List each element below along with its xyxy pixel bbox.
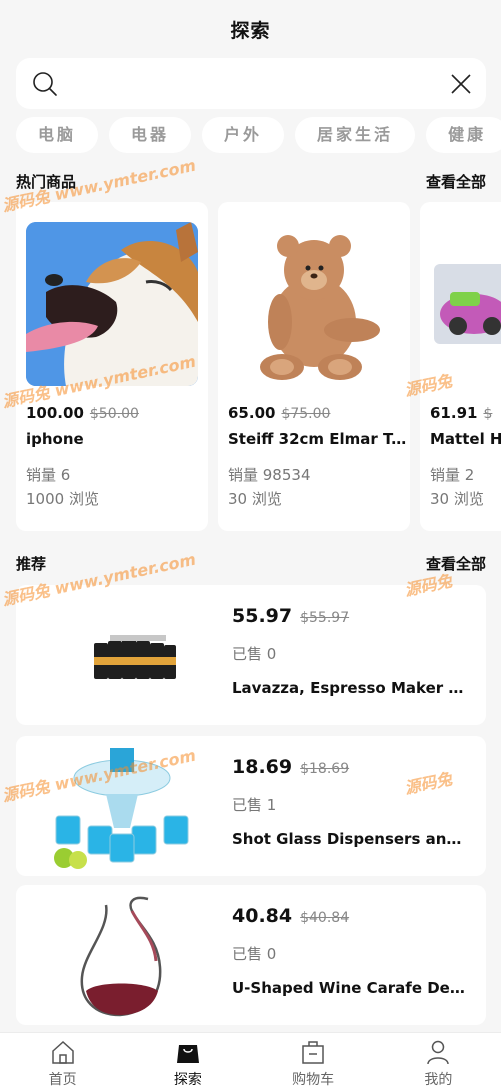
product-price: 40.84 $40.84 [232, 905, 350, 927]
product-sales: 销量 2 [430, 466, 475, 484]
product-sales: 销量 98534 [228, 466, 311, 484]
tab-label: 首页 [48, 1072, 77, 1088]
tab-cart[interactable]: 购物车 [251, 1033, 376, 1090]
tab-explore[interactable]: 探索 [125, 1033, 250, 1090]
product-image-toy-car [430, 222, 501, 386]
product-views: 30 浏览 [228, 490, 282, 508]
product-price: 65.00 $75.00 [228, 404, 331, 422]
product-name: Steiff 32cm Elmar Teddy Bear [228, 430, 408, 448]
recommend-section-header: 推荐 查看全部 [16, 551, 486, 575]
product-price: 100.00 $50.00 [26, 404, 139, 422]
recommend-card[interactable]: 40.84 $40.84 已售 0 U-Shaped Wine Carafe De… [16, 885, 486, 1025]
original-price: $18.69 [300, 761, 350, 777]
hot-products-list: 100.00 $50.00 iphone 销量 6 1000 浏览 65.00 … [16, 202, 501, 532]
tab-home[interactable]: 首页 [0, 1033, 125, 1090]
view-all-link[interactable]: 查看全部 [426, 171, 486, 192]
view-all-link[interactable]: 查看全部 [426, 553, 486, 574]
recommend-card[interactable]: 55.97 $55.97 已售 0 Lavazza, Espresso Maker… [16, 585, 486, 725]
product-name: Mattel Hot Wheels [430, 430, 501, 448]
user-icon [427, 1040, 450, 1065]
product-card[interactable]: 100.00 $50.00 iphone 销量 6 1000 浏览 [16, 202, 208, 531]
tab-label: 购物车 [292, 1072, 335, 1088]
product-sold: 已售 0 [232, 945, 277, 963]
hot-section-header: 热门商品 查看全部 [16, 169, 486, 193]
product-views: 30 浏览 [430, 490, 484, 508]
cart-icon [302, 1041, 324, 1064]
product-name: Shot Glass Dispensers and Holder [232, 830, 472, 848]
product-image-coffee-pods [94, 635, 176, 679]
product-image-dog [26, 222, 198, 386]
product-sold: 已售 1 [232, 796, 277, 814]
shopping-bag-icon [176, 1045, 199, 1063]
section-title: 热门商品 [16, 172, 77, 191]
product-price: 18.69 $18.69 [232, 756, 350, 778]
category-chips: 电脑 电器 户外 居家生活 健康 [16, 117, 501, 153]
home-icon [51, 1040, 74, 1064]
top-bar: 探索 [0, 0, 501, 58]
tab-label: 探索 [173, 1072, 202, 1088]
product-name: iphone [26, 430, 84, 448]
original-price: $40.84 [300, 910, 350, 926]
tab-label: 我的 [424, 1072, 453, 1088]
product-sales: 销量 6 [26, 466, 71, 484]
page-title: 探索 [230, 19, 271, 42]
category-chip[interactable]: 户外 [202, 117, 285, 153]
category-chip[interactable]: 健康 [426, 117, 501, 153]
product-views: 1000 浏览 [26, 490, 99, 508]
product-image-teddy [228, 222, 400, 386]
section-title: 推荐 [16, 554, 47, 573]
product-price: 61.91 $ [430, 404, 493, 422]
original-price: $75.00 [281, 406, 331, 422]
original-price: $ [483, 406, 493, 422]
product-image-shot-dispenser [54, 748, 189, 869]
product-image-wine-carafe [80, 896, 162, 1017]
category-chip[interactable]: 电器 [109, 117, 192, 153]
search-input[interactable] [70, 70, 430, 98]
bottom-tab-bar: 首页 探索 购物车 我的 [0, 1032, 501, 1090]
search-icon [33, 72, 57, 96]
category-chip[interactable]: 电脑 [16, 117, 99, 153]
recommend-card[interactable]: 18.69 $18.69 已售 1 Shot Glass Dispensers a… [16, 736, 486, 876]
search-bar[interactable] [16, 58, 486, 109]
product-sold: 已售 0 [232, 645, 277, 663]
close-icon[interactable] [450, 73, 472, 95]
product-card[interactable]: 61.91$ Mattel Hot Wheels 销量 2 30 浏览 [420, 202, 501, 531]
tab-profile[interactable]: 我的 [376, 1033, 501, 1090]
product-price: 55.97 $55.97 [232, 605, 350, 627]
category-chip[interactable]: 居家生活 [295, 117, 416, 153]
product-card[interactable]: 65.00$75.00 Steiff 32cm Elmar Teddy Bear… [218, 202, 410, 531]
product-name: U-Shaped Wine Carafe Decanter [232, 979, 472, 997]
original-price: $50.00 [89, 406, 139, 422]
product-name: Lavazza, Espresso Maker Coffee Pods [232, 679, 472, 697]
original-price: $55.97 [300, 610, 350, 626]
